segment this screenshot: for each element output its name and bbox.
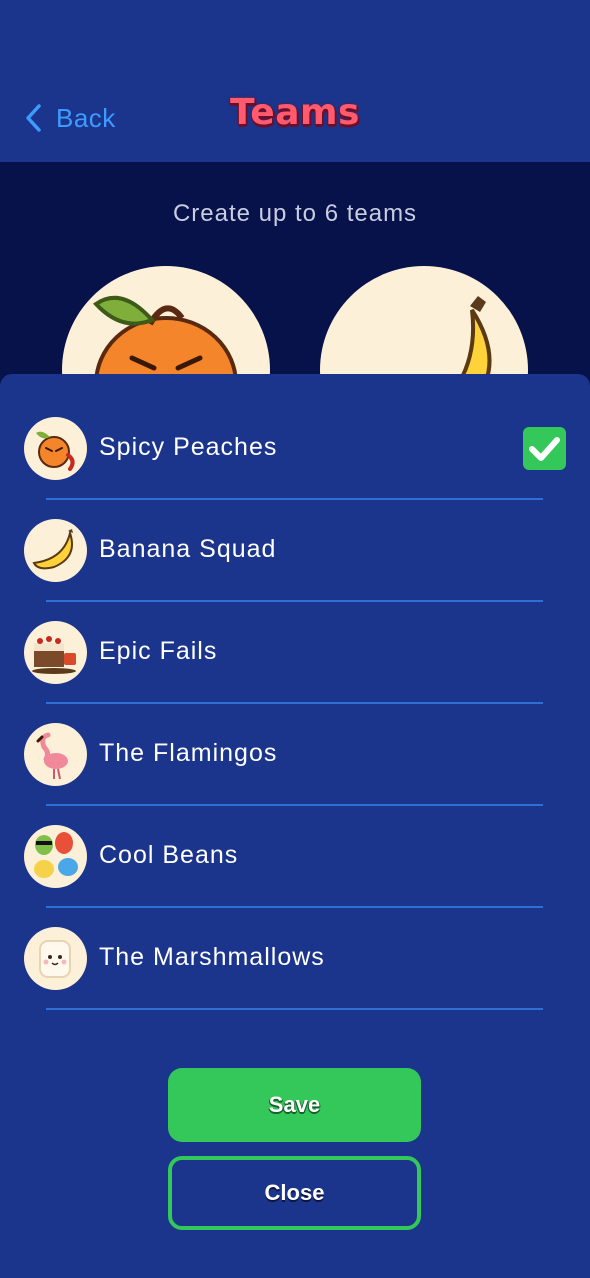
team-name: Spicy Peaches xyxy=(99,433,278,461)
team-name: Epic Fails xyxy=(99,637,218,665)
team-row-cool-beans[interactable]: Cool Beans xyxy=(0,825,590,927)
row-divider xyxy=(46,1008,543,1010)
row-divider xyxy=(46,600,543,602)
teams-sheet: Spicy Peaches Banana Squad Epic Fails Th… xyxy=(0,374,590,1278)
save-button[interactable]: Save xyxy=(168,1068,421,1142)
close-button[interactable]: Close xyxy=(168,1156,421,1230)
banana-icon xyxy=(24,519,87,582)
team-row-epic-fails[interactable]: Epic Fails xyxy=(0,621,590,723)
team-row-the-flamingos[interactable]: The Flamingos xyxy=(0,723,590,825)
team-row-the-marshmallows[interactable]: The Marshmallows xyxy=(0,927,590,1029)
header-bar: Back Teams xyxy=(0,0,590,162)
team-name: Banana Squad xyxy=(99,535,277,563)
beans-icon xyxy=(24,825,87,888)
marshmallow-icon xyxy=(24,927,87,990)
team-name: The Flamingos xyxy=(99,739,278,767)
peach-icon xyxy=(24,417,87,480)
team-name: The Marshmallows xyxy=(99,943,325,971)
flamingo-icon xyxy=(24,723,87,786)
row-divider xyxy=(46,498,543,500)
row-divider xyxy=(46,906,543,908)
checkmark-icon[interactable] xyxy=(523,427,566,470)
page-title: Teams xyxy=(230,92,360,133)
row-divider xyxy=(46,804,543,806)
row-divider xyxy=(46,702,543,704)
team-row-banana-squad[interactable]: Banana Squad xyxy=(0,519,590,621)
team-row-spicy-peaches[interactable]: Spicy Peaches xyxy=(0,417,590,519)
cake-icon xyxy=(24,621,87,684)
subtitle: Create up to 6 teams xyxy=(172,200,418,227)
team-name: Cool Beans xyxy=(99,841,239,869)
